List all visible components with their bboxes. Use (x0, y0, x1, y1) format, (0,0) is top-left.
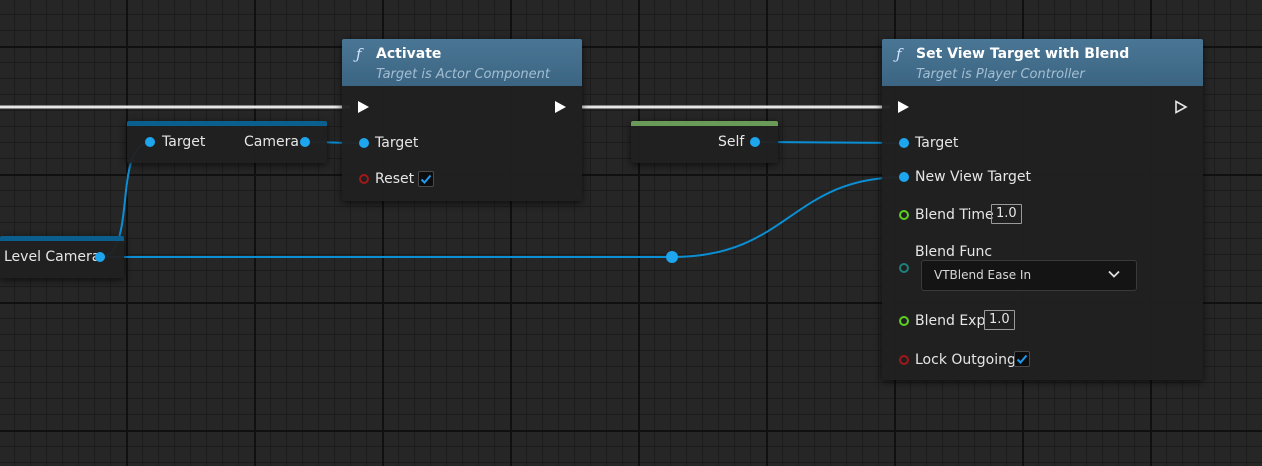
self-node[interactable]: Self (631, 121, 778, 163)
self-output-pin[interactable] (750, 137, 760, 147)
set-view-target-title: Set View Target with Blend (916, 46, 1130, 62)
svt-blend-func-label: Blend Func (915, 244, 993, 260)
lock-outgoing-checkbox[interactable] (1014, 351, 1030, 367)
exec-in-pin[interactable] (358, 101, 369, 113)
self-label: Self (718, 134, 745, 150)
level-camera-output-pin[interactable] (95, 252, 105, 262)
exec-out-pin[interactable] (1174, 100, 1188, 114)
activate-header: ƒ Activate Target is Actor Component (342, 39, 582, 86)
chevron-down-icon (1108, 270, 1120, 278)
reset-checkbox[interactable] (418, 171, 434, 187)
checkmark-icon (1016, 354, 1028, 364)
function-icon: ƒ (356, 45, 362, 63)
svt-lock-outgoing-label: Lock Outgoing (915, 352, 1016, 368)
variable-strip (127, 121, 327, 126)
activate-title: Activate (376, 46, 442, 62)
get-camera-node[interactable]: Target Camera (127, 121, 327, 163)
svt-blend-time-label: Blend Time (915, 207, 994, 223)
activate-subtitle: Target is Actor Component (376, 67, 550, 82)
blend-time-input[interactable]: 1.0 (991, 204, 1022, 224)
wire-reroute-to-newviewtarget (671, 176, 905, 258)
svt-blend-time-pin[interactable] (899, 210, 909, 220)
get-camera-target-pin[interactable] (145, 137, 155, 147)
activate-node[interactable]: ƒ Activate Target is Actor Component Tar… (342, 39, 582, 201)
level-camera-label: Level Camera (4, 249, 101, 265)
svt-lock-outgoing-pin[interactable] (899, 355, 909, 365)
activate-target-label: Target (375, 135, 419, 151)
get-camera-output-pin[interactable] (300, 137, 310, 147)
get-camera-output-label: Camera (244, 134, 299, 150)
self-strip (631, 121, 778, 126)
svt-new-view-target-pin[interactable] (899, 172, 909, 182)
exec-in-pin[interactable] (898, 101, 909, 113)
activate-reset-pin[interactable] (359, 174, 369, 184)
get-camera-target-label: Target (162, 134, 206, 150)
blueprint-graph-canvas[interactable]: Level Camera Target Camera ƒ Activate Ta… (0, 0, 1262, 466)
checkmark-icon (420, 174, 432, 184)
level-camera-node[interactable]: Level Camera (0, 236, 124, 278)
blend-exp-input[interactable]: 1.0 (984, 310, 1015, 330)
function-icon: ƒ (896, 45, 902, 63)
variable-strip (0, 236, 124, 241)
svt-blend-exp-pin[interactable] (899, 316, 909, 326)
set-view-target-node[interactable]: ƒ Set View Target with Blend Target is P… (882, 39, 1203, 380)
exec-out-pin[interactable] (555, 101, 566, 113)
svt-target-label: Target (915, 135, 959, 151)
activate-reset-label: Reset (375, 171, 415, 187)
set-view-target-subtitle: Target is Player Controller (916, 67, 1085, 82)
blend-func-value: VTBlend Ease In (934, 268, 1032, 282)
svt-blend-func-pin[interactable] (899, 263, 909, 273)
reroute-node (666, 251, 678, 263)
svt-new-view-target-label: New View Target (915, 169, 1031, 185)
blend-func-dropdown[interactable]: VTBlend Ease In (921, 260, 1137, 291)
set-view-target-header: ƒ Set View Target with Blend Target is P… (882, 39, 1203, 86)
svt-blend-exp-label: Blend Exp (915, 313, 986, 329)
activate-target-pin[interactable] (359, 138, 369, 148)
svt-target-pin[interactable] (899, 138, 909, 148)
